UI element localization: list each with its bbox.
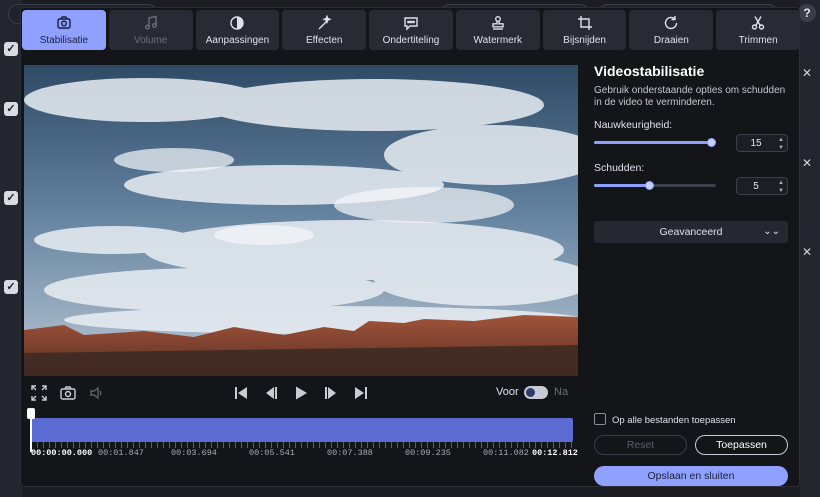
- accuracy-slider[interactable]: [594, 138, 716, 147]
- apply-button[interactable]: Toepassen: [695, 435, 788, 455]
- background-checkbox[interactable]: ✓: [4, 191, 18, 205]
- app-window: ✓ ✓ ✓ ✓ ✕ ✕ ✕ ? Stabilisatie Volume Aanp…: [0, 0, 820, 497]
- contrast-icon: [230, 15, 245, 30]
- crop-icon: [577, 15, 592, 30]
- apply-all-checkbox[interactable]: Op alle bestanden toepassen: [594, 413, 736, 426]
- shake-stepper[interactable]: 5 ▲ ▼: [736, 177, 788, 195]
- tab-label: Watermerk: [473, 34, 523, 46]
- double-chevron-down-icon: ⌄⌄: [763, 226, 780, 237]
- before-label: Voor: [496, 386, 519, 398]
- checkbox-box[interactable]: [594, 413, 606, 425]
- background-checkbox[interactable]: ✓: [4, 42, 18, 56]
- reset-button[interactable]: Reset: [594, 435, 687, 455]
- timestamp: 00:09.235: [405, 448, 451, 458]
- apply-all-label: Op alle bestanden toepassen: [612, 415, 736, 426]
- speech-bubble-icon: [404, 16, 418, 31]
- stabilize-icon: [57, 15, 71, 29]
- next-frame-icon[interactable]: [323, 385, 339, 401]
- timestamp-end: 00:12.812: [532, 448, 578, 458]
- tab-label: Trimmen: [738, 34, 778, 46]
- timestamp: 00:03.694: [171, 448, 217, 458]
- before-after-toggle[interactable]: [524, 386, 548, 399]
- timestamp: 00:07.388: [327, 448, 373, 458]
- tab-label: Volume: [133, 34, 168, 46]
- accuracy-stepper[interactable]: 15 ▲ ▼: [736, 134, 788, 152]
- skip-to-start-icon[interactable]: [233, 385, 249, 401]
- timestamp-start: 00:00:00.000: [31, 448, 93, 458]
- tab-label: Aanpassingen: [205, 34, 270, 46]
- rotate-icon: [665, 15, 678, 29]
- playhead-handle[interactable]: [27, 408, 35, 419]
- close-icon[interactable]: ✕: [802, 245, 812, 259]
- shake-value[interactable]: 5: [737, 181, 775, 192]
- accuracy-value[interactable]: 15: [737, 138, 775, 149]
- tab-stabilisation[interactable]: Stabilisatie: [22, 10, 106, 50]
- tab-label: Stabilisatie: [39, 34, 89, 46]
- shake-slider[interactable]: [594, 181, 716, 190]
- camera-icon[interactable]: [60, 385, 76, 401]
- tab-crop[interactable]: Bijsnijden: [542, 10, 627, 50]
- slider-handle[interactable]: [707, 138, 716, 147]
- tab-label: Ondertiteling: [382, 34, 440, 46]
- background-sidebar: ✓ ✓ ✓ ✓: [0, 0, 22, 497]
- panel-title: Videostabilisatie: [594, 63, 705, 79]
- slider-fill: [594, 184, 650, 187]
- stabilisation-panel: Videostabilisatie Gebruik onderstaande o…: [594, 63, 790, 486]
- video-preview[interactable]: [24, 65, 578, 376]
- panel-description: Gebruik onderstaande opties om schudden …: [594, 85, 786, 108]
- magic-wand-icon: [318, 14, 332, 29]
- background-checkbox[interactable]: ✓: [4, 102, 18, 116]
- tab-volume[interactable]: Volume: [108, 10, 193, 50]
- fullscreen-icon[interactable]: [31, 385, 47, 401]
- timestamp: 00:11.082: [483, 448, 529, 458]
- accuracy-label: Nauwkeurigheid:: [594, 119, 673, 131]
- tab-trim[interactable]: Trimmen: [716, 10, 801, 50]
- tab-label: Draaien: [653, 34, 689, 46]
- timestamp: 00:01.847: [98, 448, 144, 458]
- skip-to-end-icon[interactable]: [353, 385, 369, 401]
- scissors-icon: [751, 15, 765, 30]
- save-and-close-button[interactable]: Opslaan en sluiten: [594, 466, 788, 486]
- music-note-icon: [144, 15, 157, 29]
- tab-effects[interactable]: Effecten: [282, 10, 367, 50]
- background-file-list: ✕ ✕ ✕: [800, 0, 820, 497]
- shake-label: Schudden:: [594, 162, 645, 174]
- play-icon[interactable]: [293, 385, 309, 401]
- slider-fill: [594, 141, 712, 144]
- timestamp: 00:05.541: [249, 448, 295, 458]
- tab-watermark[interactable]: Watermerk: [455, 10, 540, 50]
- close-icon[interactable]: ✕: [802, 156, 812, 170]
- tab-label: Bijsnijden: [563, 34, 606, 46]
- after-label: Na: [554, 386, 569, 398]
- tab-rotate[interactable]: Draaien: [629, 10, 714, 50]
- stamp-icon: [492, 15, 504, 30]
- speaker-icon[interactable]: [89, 385, 105, 401]
- stepper-arrows-icon[interactable]: ▲ ▼: [778, 136, 784, 152]
- video-frame: [24, 65, 578, 376]
- previous-frame-icon[interactable]: [263, 385, 279, 401]
- stepper-arrows-icon[interactable]: ▲ ▼: [778, 179, 784, 195]
- background-checkbox[interactable]: ✓: [4, 280, 18, 294]
- tab-label: Effecten: [305, 34, 343, 46]
- tab-subtitles[interactable]: Ondertiteling: [369, 10, 453, 50]
- editor-toolbar: Stabilisatie Volume Aanpassingen Effecte…: [21, 10, 801, 52]
- advanced-dropdown[interactable]: Geavanceerd ⌄⌄: [594, 221, 788, 243]
- player-controls: Voor Na: [21, 379, 581, 407]
- timeline-track[interactable]: [31, 418, 573, 442]
- slider-handle[interactable]: [644, 181, 654, 190]
- close-icon[interactable]: ✕: [802, 66, 812, 80]
- video-editor-dialog: Stabilisatie Volume Aanpassingen Effecte…: [20, 7, 801, 487]
- advanced-label: Geavanceerd: [659, 226, 723, 238]
- tab-adjustments[interactable]: Aanpassingen: [195, 10, 280, 50]
- timeline-timestamps: 00:00:00.000 00:01.847 00:03.694 00:05.5…: [21, 448, 581, 460]
